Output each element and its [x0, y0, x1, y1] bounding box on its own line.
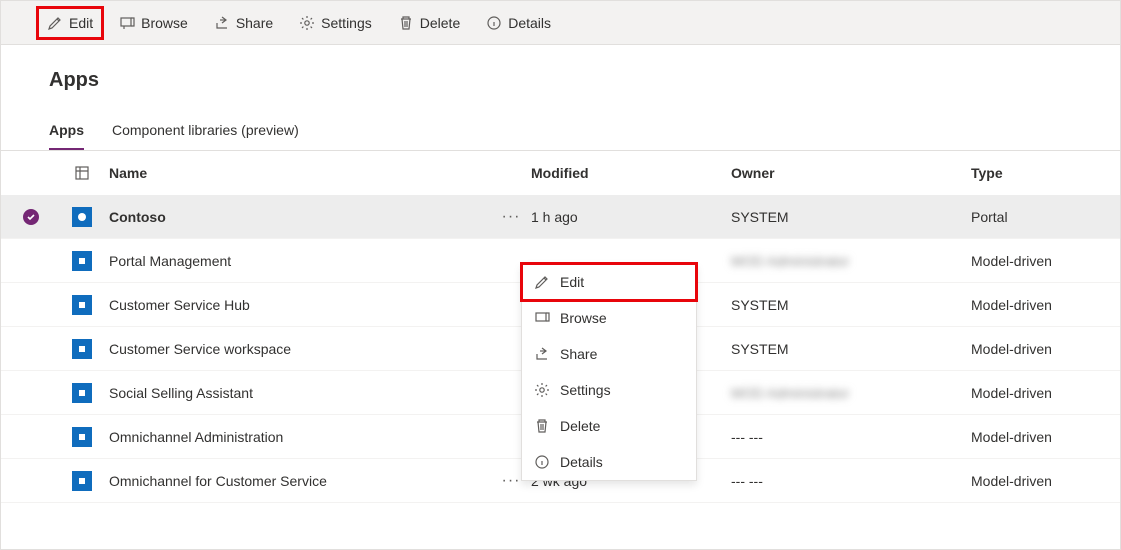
gear-icon — [534, 382, 550, 398]
tab-apps[interactable]: Apps — [49, 112, 84, 150]
app-icon — [72, 427, 92, 447]
ctx-browse-label: Browse — [560, 310, 607, 326]
details-button[interactable]: Details — [478, 9, 559, 37]
info-icon — [534, 454, 550, 470]
share-label: Share — [236, 15, 273, 31]
delete-button[interactable]: Delete — [390, 9, 468, 37]
app-icon — [72, 339, 92, 359]
app-icon — [72, 383, 92, 403]
ctx-settings-label: Settings — [560, 382, 611, 398]
app-icon — [72, 295, 92, 315]
col-name[interactable]: Name — [103, 165, 491, 181]
command-bar: Edit Browse Share Settings Delete — [1, 1, 1120, 45]
browse-icon — [534, 310, 550, 326]
check-icon[interactable] — [23, 209, 39, 225]
col-type[interactable]: Type — [971, 165, 1072, 181]
app-icon — [72, 471, 92, 491]
type-cell: Model-driven — [971, 297, 1072, 313]
context-menu: Edit Browse Share Settings Delete — [521, 263, 697, 481]
browse-icon — [119, 15, 135, 31]
modified-cell: 1 h ago — [531, 209, 731, 225]
settings-label: Settings — [321, 15, 372, 31]
type-cell: Portal — [971, 209, 1072, 225]
details-label: Details — [508, 15, 551, 31]
app-name: Contoso — [103, 209, 491, 225]
browse-button[interactable]: Browse — [111, 9, 196, 37]
ctx-settings[interactable]: Settings — [522, 372, 696, 408]
ctx-edit[interactable]: Edit — [522, 264, 696, 300]
col-owner[interactable]: Owner — [731, 165, 971, 181]
app-name: Customer Service workspace — [103, 341, 491, 357]
pencil-icon — [47, 15, 63, 31]
owner-cell: SYSTEM — [731, 209, 971, 225]
tabs: Apps Component libraries (preview) — [1, 112, 1120, 151]
owner-cell: --- --- — [731, 473, 971, 489]
layout-icon[interactable] — [61, 165, 103, 181]
trash-icon — [534, 418, 550, 434]
share-icon — [214, 15, 230, 31]
info-icon — [486, 15, 502, 31]
app-name: Customer Service Hub — [103, 297, 491, 313]
app-name: Omnichannel for Customer Service — [103, 473, 491, 489]
ctx-delete[interactable]: Delete — [522, 408, 696, 444]
ctx-details[interactable]: Details — [522, 444, 696, 480]
ctx-share-label: Share — [560, 346, 597, 362]
share-button[interactable]: Share — [206, 9, 281, 37]
col-modified[interactable]: Modified — [531, 165, 731, 181]
gear-icon — [299, 15, 315, 31]
ctx-edit-label: Edit — [560, 274, 584, 290]
more-icon[interactable]: ··· — [502, 472, 521, 490]
page-title: Apps — [49, 69, 1120, 92]
type-cell: Model-driven — [971, 429, 1072, 445]
browse-label: Browse — [141, 15, 188, 31]
ctx-browse[interactable]: Browse — [522, 300, 696, 336]
owner-cell: MOD Administrator — [731, 385, 971, 401]
ctx-details-label: Details — [560, 454, 603, 470]
type-cell: Model-driven — [971, 253, 1072, 269]
app-icon — [72, 207, 92, 227]
app-name: Social Selling Assistant — [103, 385, 491, 401]
app-icon — [72, 251, 92, 271]
trash-icon — [398, 15, 414, 31]
type-cell: Model-driven — [971, 385, 1072, 401]
delete-label: Delete — [420, 15, 460, 31]
owner-cell: MOD Administrator — [731, 253, 971, 269]
tab-component-libraries[interactable]: Component libraries (preview) — [112, 112, 299, 150]
share-icon — [534, 346, 550, 362]
table-row[interactable]: Contoso ··· 1 h ago SYSTEM Portal — [1, 195, 1120, 239]
owner-cell: --- --- — [731, 429, 971, 445]
type-cell: Model-driven — [971, 341, 1072, 357]
more-icon[interactable]: ··· — [502, 208, 521, 226]
edit-label: Edit — [69, 15, 93, 31]
app-name: Portal Management — [103, 253, 491, 269]
edit-button[interactable]: Edit — [39, 9, 101, 37]
settings-button[interactable]: Settings — [291, 9, 380, 37]
ctx-share[interactable]: Share — [522, 336, 696, 372]
owner-cell: SYSTEM — [731, 341, 971, 357]
pencil-icon — [534, 274, 550, 290]
app-name: Omnichannel Administration — [103, 429, 491, 445]
table-header: Name Modified Owner Type — [1, 151, 1120, 195]
ctx-delete-label: Delete — [560, 418, 600, 434]
type-cell: Model-driven — [971, 473, 1072, 489]
owner-cell: SYSTEM — [731, 297, 971, 313]
